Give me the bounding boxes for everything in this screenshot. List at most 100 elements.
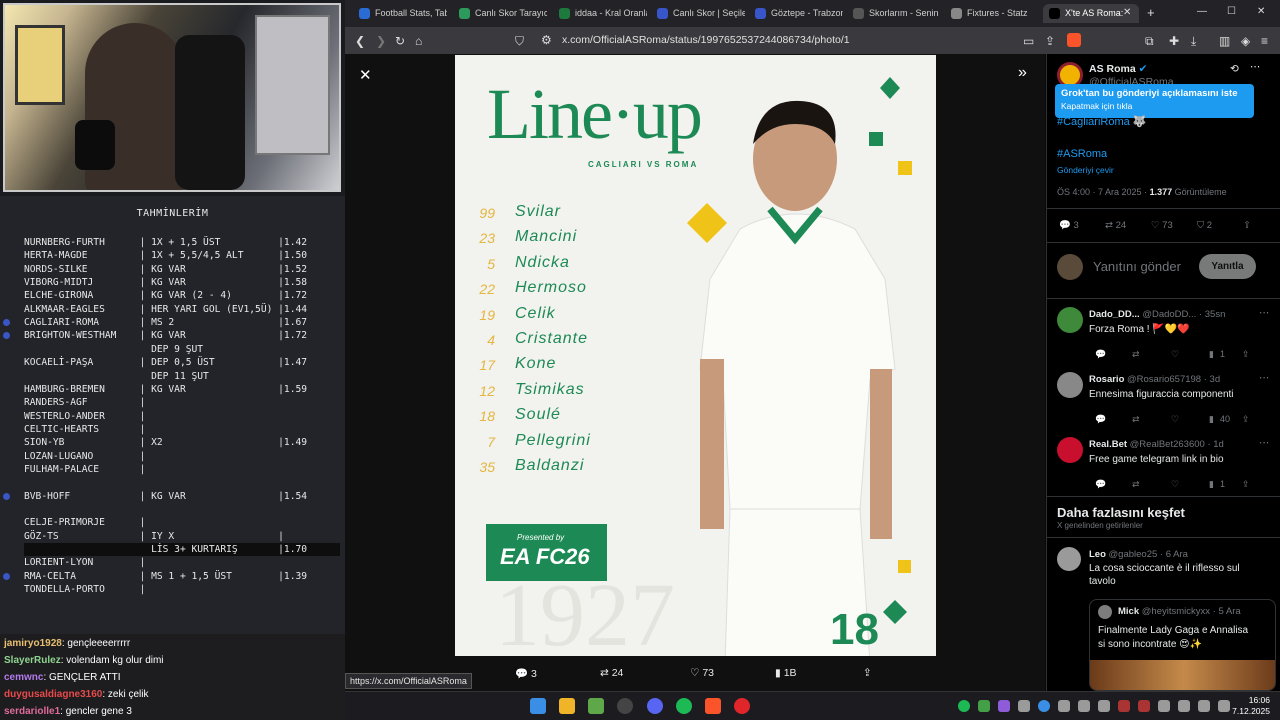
file-explorer-icon[interactable] — [559, 698, 575, 714]
expand-panel-icon[interactable]: » — [1018, 64, 1027, 82]
reply-more-icon[interactable]: ⋯ — [1259, 307, 1270, 319]
reply-count-button[interactable]: 💬 3 — [515, 667, 537, 680]
download-icon[interactable]: ⤓ — [1191, 34, 1196, 49]
clock[interactable]: 16:06 7.12.2025 — [1232, 695, 1270, 717]
reply-author-name[interactable]: Real.Bet — [1089, 439, 1127, 450]
maximize-icon[interactable]: ☐ — [1227, 6, 1236, 17]
volume-icon[interactable] — [1198, 700, 1210, 712]
views-count-button[interactable]: ▮ 1B — [775, 667, 797, 679]
tweet-repost-button[interactable]: ⇄ 24 — [1105, 220, 1126, 231]
cast-icon[interactable]: ▭ — [1023, 34, 1034, 48]
sidebar-icon[interactable]: ▥ — [1219, 34, 1230, 48]
start-icon[interactable] — [530, 698, 546, 714]
reply-views-icon[interactable]: ▮ — [1209, 349, 1214, 360]
minimize-icon[interactable]: — — [1197, 6, 1207, 17]
share-icon[interactable]: ⇪ — [1045, 34, 1055, 48]
notepad-icon[interactable] — [588, 698, 604, 714]
reply-repost-icon[interactable]: ⇄ — [1132, 479, 1140, 490]
reply-author-name[interactable]: Rosario — [1089, 374, 1124, 385]
chat-username[interactable]: duygusaldiagne3160 — [4, 689, 102, 700]
grok-icon[interactable]: ⟲ — [1230, 63, 1239, 75]
spotify-icon[interactable] — [676, 698, 692, 714]
wifi-icon[interactable] — [1178, 700, 1190, 712]
reply-like-icon[interactable]: ♡ — [1171, 414, 1179, 425]
reply-comment-icon[interactable]: 💬 — [1095, 479, 1106, 490]
brave-icon[interactable] — [705, 698, 721, 714]
repost-count-button[interactable]: ⇄ 24 — [600, 667, 623, 679]
browser-tab[interactable]: Canlı Skor Tarayıcı — [453, 4, 547, 23]
puzzle-icon[interactable]: ✚ — [1169, 34, 1179, 48]
chat-username[interactable]: serdariolle1 — [4, 706, 60, 717]
reply-like-icon[interactable]: ♡ — [1171, 349, 1179, 360]
tray-app-icon[interactable] — [978, 700, 990, 712]
tray-icon-3[interactable] — [1078, 700, 1090, 712]
reply-avatar[interactable] — [1057, 437, 1083, 463]
reply-author-name[interactable]: Dado_DD... — [1089, 309, 1140, 320]
new-tab-icon[interactable]: + — [1147, 5, 1155, 20]
bookmark-icon[interactable]: ⛉ — [515, 34, 524, 49]
address-bar[interactable]: ⚙ x.com/OfficialASRoma/status/1997652537… — [535, 31, 1015, 50]
close-tab-icon[interactable]: ✕ — [1123, 7, 1131, 18]
tweet-like-button[interactable]: ♡ 73 — [1151, 220, 1173, 231]
account-name[interactable]: AS Roma — [1089, 63, 1136, 75]
more-options-icon[interactable]: ⋯ — [1250, 61, 1261, 73]
reply-more-icon[interactable]: ⋯ — [1259, 437, 1270, 449]
vpn-icon[interactable]: ◈ — [1241, 34, 1250, 48]
reply-repost-icon[interactable]: ⇄ — [1132, 414, 1140, 425]
reply-views-icon[interactable]: ▮ — [1209, 414, 1214, 425]
reply-like-icon[interactable]: ♡ — [1171, 479, 1179, 490]
reply-repost-icon[interactable]: ⇄ — [1132, 349, 1140, 360]
chat-username[interactable]: SlayerRulez — [4, 655, 61, 666]
leo-name[interactable]: Leo — [1089, 549, 1106, 560]
tweet-bookmark-button[interactable]: ⛉ 2 — [1197, 220, 1212, 231]
discord-icon[interactable] — [647, 698, 663, 714]
browser-tab[interactable]: Skorlarım - Senin i — [847, 4, 941, 23]
window-close-icon[interactable]: ✕ — [1257, 6, 1265, 17]
chat-username[interactable]: cemwnc — [4, 672, 43, 683]
close-icon[interactable]: ✕ — [359, 66, 372, 84]
browser-tab[interactable]: Göztepe - Trabzon — [749, 4, 843, 23]
hashtag-cagliariroma[interactable]: #CagliariRoma 🐺 — [1057, 115, 1147, 128]
tray-icon-4[interactable] — [1098, 700, 1110, 712]
tray-icon-6[interactable] — [1138, 700, 1150, 712]
tweet-share-icon[interactable]: ⇪ — [1243, 220, 1251, 231]
extensions-icon[interactable]: ⧉ — [1145, 34, 1154, 49]
reply-comment-icon[interactable]: 💬 — [1095, 414, 1106, 425]
site-info-icon[interactable]: ⚙ — [541, 31, 552, 50]
reply-views-icon[interactable]: ▮ — [1209, 479, 1214, 490]
browser-tab[interactable]: iddaa - Kral Oranla — [553, 4, 647, 23]
quoted-post[interactable]: Mick @heyitsmickyxx · 5 Ara Finalmente L… — [1089, 599, 1276, 691]
reply-more-icon[interactable]: ⋯ — [1259, 372, 1270, 384]
translate-link[interactable]: Gönderiyi çevir — [1057, 165, 1114, 175]
chat-username[interactable]: jamiryo1928 — [4, 638, 62, 649]
reply-comment-icon[interactable]: 💬 — [1095, 349, 1106, 360]
browser-tab[interactable]: Fixtures - Statz — [945, 4, 1039, 23]
microphone-tray-icon[interactable] — [1158, 700, 1170, 712]
share-icon[interactable]: ⇪ — [863, 667, 872, 679]
reply-avatar[interactable] — [1057, 307, 1083, 333]
reload-icon[interactable]: ↻ — [395, 34, 405, 48]
reply-avatar[interactable] — [1057, 372, 1083, 398]
menu-icon[interactable]: ≡ — [1261, 34, 1268, 48]
grok-tooltip[interactable]: Grok'tan bu gönderiyi açıklamasını iste … — [1055, 84, 1254, 118]
home-icon[interactable]: ⌂ — [415, 34, 422, 48]
tray-icon-5[interactable] — [1118, 700, 1130, 712]
browser-tab[interactable]: Football Stats, Tabl — [353, 4, 447, 23]
tray-icon-2[interactable] — [1058, 700, 1070, 712]
browser-tab[interactable]: Canlı Skor | Seçile — [651, 4, 745, 23]
opera-icon[interactable] — [734, 698, 750, 714]
obs-icon[interactable] — [617, 698, 633, 714]
forward-icon[interactable]: ❯ — [376, 34, 386, 48]
reply-input[interactable]: Yanıtını gönder — [1093, 259, 1181, 274]
reply-share-icon[interactable]: ⇪ — [1242, 349, 1250, 360]
back-icon[interactable]: ❮ — [355, 34, 365, 48]
tray-spotify-icon[interactable] — [958, 700, 970, 712]
like-count-button[interactable]: ♡ 73 — [690, 667, 714, 679]
brave-shield-icon[interactable] — [1067, 33, 1081, 47]
battery-icon[interactable] — [1218, 700, 1230, 712]
tray-icon-1[interactable] — [1018, 700, 1030, 712]
reply-button[interactable]: Yanıtla — [1199, 254, 1256, 279]
hashtag-asroma[interactable]: #ASRoma — [1057, 148, 1107, 160]
tray-pen-icon[interactable] — [998, 700, 1010, 712]
reply-share-icon[interactable]: ⇪ — [1242, 479, 1250, 490]
